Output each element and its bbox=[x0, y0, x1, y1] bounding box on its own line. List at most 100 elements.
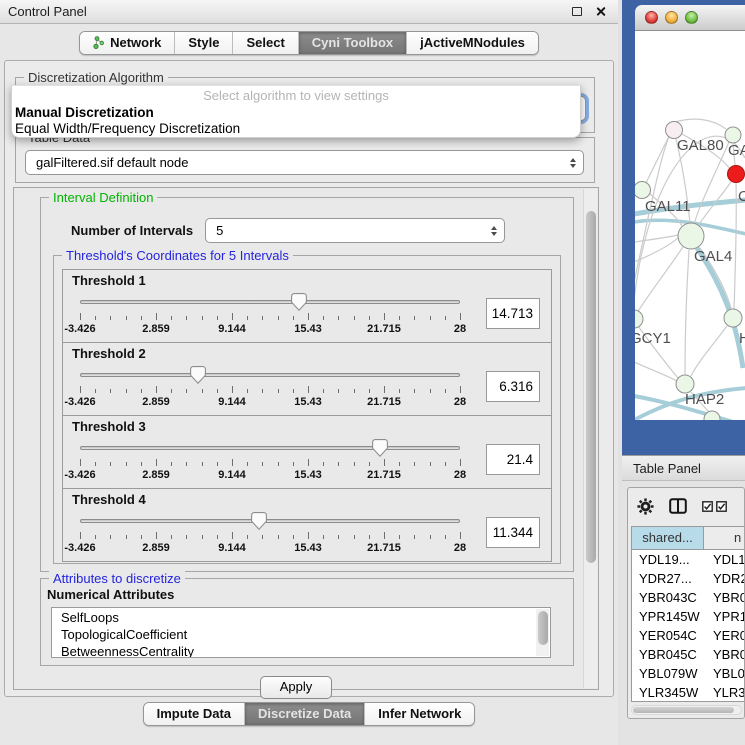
threshold-slider-2[interactable]: -3.4262.8599.14415.4321.71528 bbox=[72, 363, 476, 415]
gear-icon[interactable] bbox=[637, 498, 654, 515]
algorithm-option-equal-width-frequency-discretization[interactable]: Equal Width/Frequency Discretization bbox=[12, 121, 580, 137]
threshold-value-input[interactable]: 14.713 bbox=[486, 298, 540, 329]
close-panel-icon[interactable] bbox=[595, 6, 606, 17]
table-row[interactable]: YBL079WYBL0 bbox=[632, 664, 744, 683]
attributes-scrollbar[interactable] bbox=[536, 609, 549, 656]
number-of-intervals-select[interactable]: 5 bbox=[205, 218, 505, 243]
horizontal-scrollbar[interactable] bbox=[631, 705, 742, 715]
tab-infer-network[interactable]: Infer Network bbox=[364, 703, 474, 725]
tab-network[interactable]: Network bbox=[80, 32, 174, 54]
slider-track[interactable] bbox=[80, 519, 460, 523]
table-cell[interactable]: YDL19... bbox=[632, 550, 704, 569]
table-cell[interactable]: YPR145W bbox=[632, 607, 704, 626]
network-node[interactable] bbox=[635, 310, 643, 328]
network-node[interactable] bbox=[666, 122, 683, 139]
network-window-titlebar[interactable] bbox=[635, 5, 745, 31]
tick-mark bbox=[95, 389, 96, 393]
table-row[interactable]: YPR145WYPR1 bbox=[632, 607, 744, 626]
table-data-select[interactable]: galFiltered.sif default node bbox=[25, 150, 584, 175]
network-edge[interactable] bbox=[635, 235, 678, 242]
network-node[interactable] bbox=[678, 223, 704, 249]
table-cell[interactable]: YBR043C bbox=[632, 588, 704, 607]
horizontal-scrollbar-thumb[interactable] bbox=[633, 707, 734, 713]
tick-mark bbox=[171, 535, 172, 539]
table-cell[interactable]: YBR045C bbox=[632, 645, 704, 664]
checkbox-icon[interactable] bbox=[716, 501, 727, 512]
network-node[interactable] bbox=[725, 127, 741, 143]
slider-thumb[interactable] bbox=[251, 512, 267, 530]
threshold-slider-4[interactable]: -3.4262.8599.14415.4321.71528 bbox=[72, 509, 476, 561]
vertical-scrollbar[interactable] bbox=[583, 189, 597, 688]
table-row[interactable]: YDL19...YDL1 bbox=[632, 550, 744, 569]
tab-cyni-toolbox[interactable]: Cyni Toolbox bbox=[298, 32, 406, 54]
tab-select[interactable]: Select bbox=[232, 32, 297, 54]
algorithm-option-manual-discretization[interactable]: Manual Discretization bbox=[12, 105, 580, 121]
table-cell[interactable]: YBL0 bbox=[704, 664, 744, 683]
threshold-value-input[interactable]: 11.344 bbox=[486, 517, 540, 548]
attribute-item-selfloops[interactable]: SelfLoops bbox=[52, 609, 536, 626]
network-node[interactable] bbox=[724, 309, 742, 327]
network-edge[interactable] bbox=[694, 142, 729, 224]
slider-thumb[interactable] bbox=[190, 366, 206, 384]
table-row[interactable]: YLR345WYLR3 bbox=[632, 683, 744, 702]
threshold-value-input[interactable]: 21.4 bbox=[486, 444, 540, 475]
tab-jactivemnodules[interactable]: jActiveMNodules bbox=[406, 32, 538, 54]
checkbox-icon[interactable] bbox=[702, 501, 713, 512]
network-canvas[interactable]: GAL80GACGAL11GAL4GCY1HHAP2 bbox=[635, 31, 745, 420]
zoom-button[interactable] bbox=[685, 11, 698, 24]
column-header-name[interactable]: n bbox=[704, 527, 744, 549]
slider-track[interactable] bbox=[80, 373, 460, 377]
network-node[interactable] bbox=[728, 166, 745, 183]
table-cell[interactable]: YBR0 bbox=[704, 645, 744, 664]
control-panel-title: Control Panel bbox=[8, 4, 87, 19]
table-cell[interactable]: YPR1 bbox=[704, 607, 744, 626]
tick-mark bbox=[323, 316, 324, 320]
tab-discretize-data[interactable]: Discretize Data bbox=[244, 703, 364, 725]
float-panel-icon[interactable] bbox=[572, 7, 582, 16]
network-edge[interactable] bbox=[637, 247, 683, 313]
tick-mark bbox=[384, 532, 385, 539]
tick-mark bbox=[293, 462, 294, 466]
tick-mark bbox=[262, 535, 263, 539]
threshold-slider-1[interactable]: -3.4262.8599.14415.4321.71528 bbox=[72, 290, 476, 342]
table-row[interactable]: YER054CYER0 bbox=[632, 626, 744, 645]
network-node[interactable] bbox=[635, 182, 651, 199]
tick-mark bbox=[293, 316, 294, 320]
minimize-button[interactable] bbox=[665, 11, 678, 24]
slider-thumb[interactable] bbox=[291, 293, 307, 311]
column-header-shared-name[interactable]: shared... bbox=[632, 527, 704, 549]
table-cell[interactable]: YDL1 bbox=[704, 550, 744, 569]
threshold-slider-3[interactable]: -3.4262.8599.14415.4321.71528 bbox=[72, 436, 476, 488]
tick-mark bbox=[126, 316, 127, 320]
attribute-item-topologicalcoefficient[interactable]: TopologicalCoefficient bbox=[52, 626, 536, 643]
table-cell[interactable]: YER0 bbox=[704, 626, 744, 645]
split-columns-icon[interactable] bbox=[669, 498, 687, 514]
table-cell[interactable]: YBL079W bbox=[632, 664, 704, 683]
tick-mark bbox=[338, 389, 339, 393]
tab-style[interactable]: Style bbox=[174, 32, 232, 54]
vertical-scrollbar-thumb[interactable] bbox=[586, 211, 596, 563]
table-cell[interactable]: YLR345W bbox=[632, 683, 704, 702]
table-cell[interactable]: YDR27... bbox=[632, 569, 704, 588]
apply-button[interactable]: Apply bbox=[260, 676, 333, 699]
network-edge[interactable] bbox=[697, 248, 743, 368]
network-edge[interactable] bbox=[635, 362, 677, 381]
network-edge[interactable] bbox=[685, 250, 689, 374]
tab-impute-data[interactable]: Impute Data bbox=[144, 703, 244, 725]
slider-track[interactable] bbox=[80, 446, 460, 450]
tick-mark bbox=[414, 389, 415, 393]
slider-thumb[interactable] bbox=[372, 439, 388, 457]
close-button[interactable] bbox=[645, 11, 658, 24]
attributes-scrollbar-thumb[interactable] bbox=[538, 611, 548, 645]
table-row[interactable]: YDR27...YDR2 bbox=[632, 569, 744, 588]
attribute-item-betweennesscentrality[interactable]: BetweennessCentrality bbox=[52, 643, 536, 658]
threshold-value-input[interactable]: 6.316 bbox=[486, 371, 540, 402]
table-cell[interactable]: YBR0 bbox=[704, 588, 744, 607]
table-cell[interactable]: YDR2 bbox=[704, 569, 744, 588]
table-row[interactable]: YBR043CYBR0 bbox=[632, 588, 744, 607]
network-edge[interactable] bbox=[691, 326, 727, 376]
table-cell[interactable]: YLR3 bbox=[704, 683, 744, 702]
table-row[interactable]: YBR045CYBR0 bbox=[632, 645, 744, 664]
table-cell[interactable]: YER054C bbox=[632, 626, 704, 645]
slider-track[interactable] bbox=[80, 300, 460, 304]
